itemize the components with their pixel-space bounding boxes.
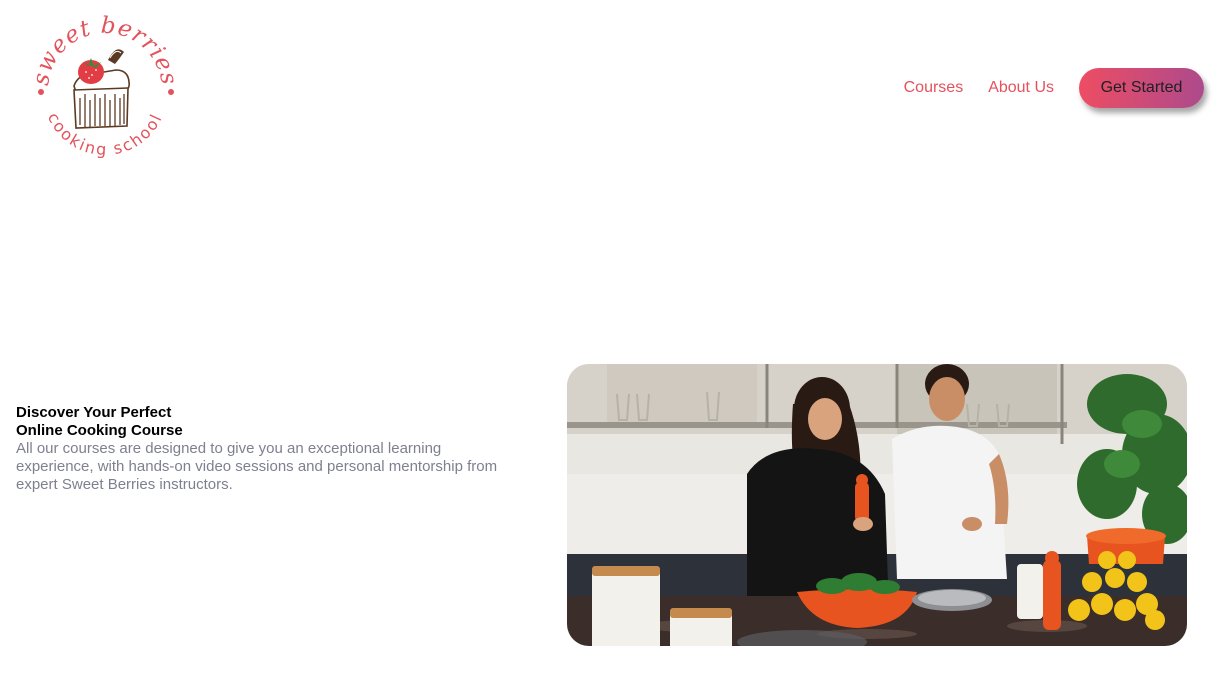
hero-title: Discover Your Perfect Online Cooking Cou… <box>16 404 206 440</box>
get-started-button[interactable]: Get Started <box>1079 68 1204 108</box>
landing-page: sweet berries cooking school Courses Abo… <box>0 0 1216 700</box>
top-nav: Courses About Us Get Started <box>904 68 1204 108</box>
cupcake-strawberry-icon: sweet berries cooking school <box>28 13 181 159</box>
hero-text: Discover Your Perfect Online Cooking Cou… <box>16 404 506 494</box>
brand-logo[interactable]: sweet berries cooking school <box>28 12 181 162</box>
nav-link-courses[interactable]: Courses <box>904 79 964 97</box>
kitchen-couple-cooking-photo <box>567 364 1187 646</box>
hero-description: All our courses are designed to give you… <box>16 440 498 493</box>
nav-link-about-us[interactable]: About Us <box>988 79 1054 97</box>
hero-title-line-2: Online Cooking Course <box>16 422 183 439</box>
hero-title-line-1: Discover Your Perfect <box>16 404 172 421</box>
